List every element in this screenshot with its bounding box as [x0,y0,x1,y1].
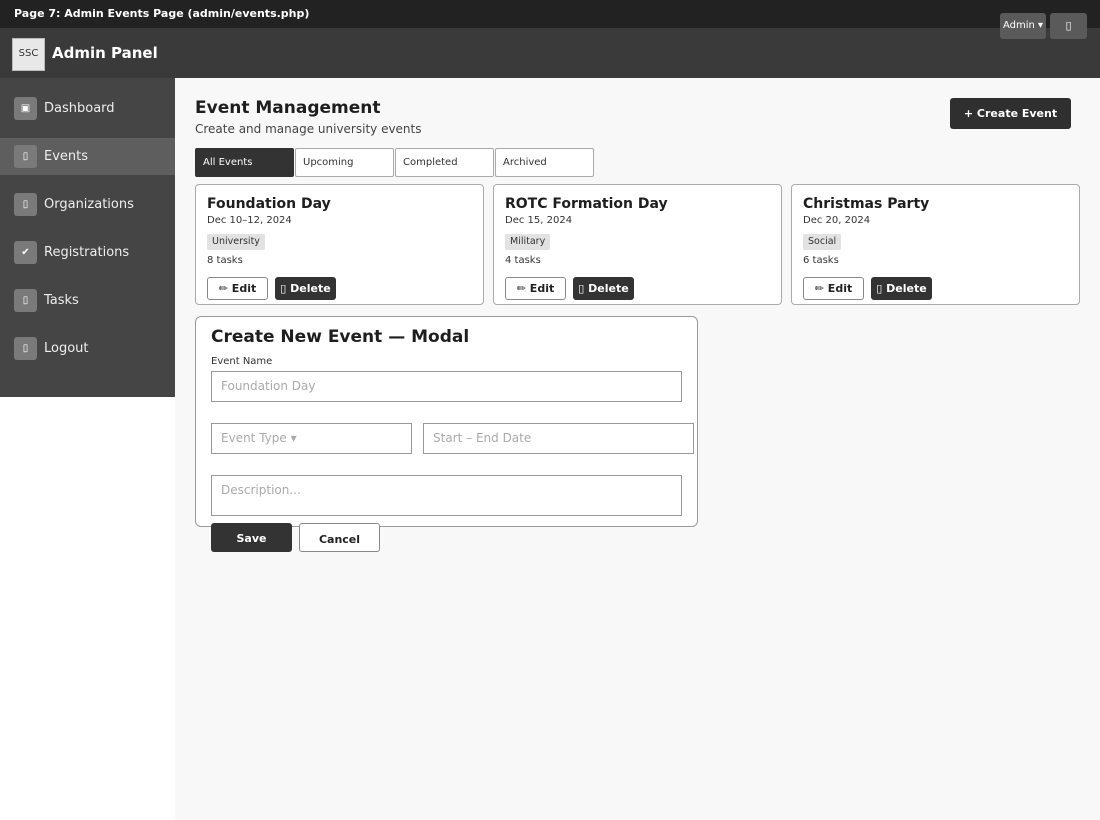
delete-button[interactable]: ▯ Delete [275,277,336,300]
dashboard-icon: ▣ [14,97,37,120]
create-event-button[interactable]: + Create Event [950,98,1071,129]
sidebar: ▣ Dashboard ▯ Events ▯ Organizations ✔ R… [0,78,175,397]
sidebar-item-dashboard[interactable]: ▣ Dashboard [0,90,175,127]
sidebar-item-organizations[interactable]: ▯ Organizations [0,186,175,223]
event-type-badge: Military [505,234,551,250]
event-date: Dec 20, 2024 [803,215,871,226]
page-title: Event Management [195,98,381,118]
sidebar-item-label: Organizations [44,197,134,212]
sidebar-item-registrations[interactable]: ✔ Registrations [0,234,175,271]
event-type-select[interactable]: Event Type ▾ [211,423,412,454]
event-name-input[interactable]: Foundation Day [211,371,682,402]
date-range-input[interactable]: Start – End Date [423,423,694,454]
sidebar-item-label: Dashboard [44,101,115,116]
sidebar-item-tasks[interactable]: ▯ Tasks [0,282,175,319]
sidebar-item-label: Tasks [44,293,79,308]
delete-button[interactable]: ▯ Delete [573,277,634,300]
sidebar-item-logout[interactable]: ▯ Logout [0,330,175,367]
event-card: ROTC Formation Day Dec 15, 2024 Military… [493,184,782,305]
check-icon: ✔ [14,241,37,264]
modal-title: Create New Event — Modal [211,327,470,347]
logo: SSC [12,38,45,71]
edit-button[interactable]: ✏ Edit [505,277,566,300]
edit-button[interactable]: ✏ Edit [207,277,268,300]
tab-completed[interactable]: Completed [395,148,494,177]
event-card: Foundation Day Dec 10–12, 2024 Universit… [195,184,484,305]
notification-icon[interactable]: ▯ [1050,13,1087,39]
task-count: 4 tasks [505,255,541,266]
events-icon: ▯ [14,145,37,168]
sidebar-item-events[interactable]: ▯ Events [0,138,175,175]
event-title: Foundation Day [207,196,331,212]
tab-archived[interactable]: Archived [495,148,594,177]
event-card: Christmas Party Dec 20, 2024 Social 6 ta… [791,184,1080,305]
save-button[interactable]: Save [211,523,292,552]
delete-button[interactable]: ▯ Delete [871,277,932,300]
tab-all-events[interactable]: All Events [195,148,294,177]
logout-icon: ▯ [14,337,37,360]
event-name-label: Event Name [211,356,273,367]
task-count: 6 tasks [803,255,839,266]
event-date: Dec 15, 2024 [505,215,573,226]
brand-title: Admin Panel [52,44,158,62]
sidebar-item-label: Registrations [44,245,130,260]
tasks-icon: ▯ [14,289,37,312]
cancel-button[interactable]: Cancel [299,523,380,552]
sidebar-item-label: Logout [44,341,89,356]
task-count: 8 tasks [207,255,243,266]
admin-menu-button[interactable]: Admin ▾ [1000,13,1046,39]
edit-button[interactable]: ✏ Edit [803,277,864,300]
event-date: Dec 10–12, 2024 [207,215,292,226]
event-type-badge: University [207,234,265,250]
event-title: ROTC Formation Day [505,196,668,212]
top-header: SSC Admin Panel [0,28,1100,78]
event-title: Christmas Party [803,196,930,212]
organizations-icon: ▯ [14,193,37,216]
page-caption: Page 7: Admin Events Page (admin/events.… [0,0,1100,28]
page-subtitle: Create and manage university events [195,122,422,136]
event-type-badge: Social [803,234,842,250]
sidebar-item-label: Events [44,149,89,164]
tab-upcoming[interactable]: Upcoming [295,148,394,177]
description-textarea[interactable]: Description... [211,475,682,516]
